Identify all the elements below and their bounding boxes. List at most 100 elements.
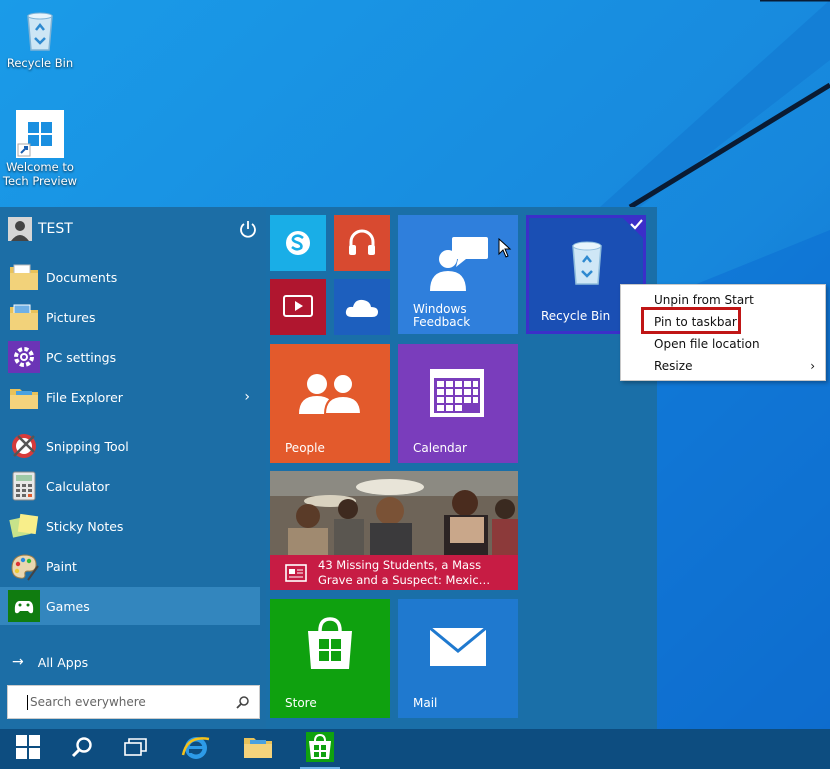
menu-item-pc-settings[interactable]: PC settings <box>0 338 260 376</box>
start-menu-left-pane: TEST Documents Pictures PC settings File… <box>0 207 266 729</box>
feedback-people-icon <box>428 233 492 297</box>
mail-icon <box>429 626 487 671</box>
tile-label-line: Feedback <box>413 315 471 329</box>
desktop-icon-label: Welcome to Tech Preview <box>2 160 78 188</box>
desktop-welcome-to-tech-preview[interactable]: Welcome to Tech Preview <box>0 110 80 188</box>
people-icon <box>297 372 363 420</box>
news-tile[interactable]: 43 Missing Students, a Mass Grave and a … <box>270 471 518 590</box>
recycle-bin-icon <box>16 6 64 54</box>
calendar-icon <box>429 368 485 422</box>
start-menu: TEST Documents Pictures PC settings File… <box>0 207 657 729</box>
news-headline-line: Grave and a Suspect: Mexic… <box>318 573 491 587</box>
menu-item-label: Games <box>46 598 90 614</box>
tile-label: Store <box>285 696 317 710</box>
highlight-annotation-box <box>641 307 741 334</box>
checkmark-icon <box>621 218 643 244</box>
chevron-right-icon[interactable]: › <box>244 389 250 405</box>
windows-logo-icon <box>16 110 64 158</box>
menu-item-label: Calculator <box>46 478 110 494</box>
calendar-tile[interactable]: Calendar <box>398 344 518 463</box>
documents-folder-icon <box>8 261 40 293</box>
text-caret <box>27 695 28 710</box>
tile-label: Mail <box>413 696 438 710</box>
search-icon <box>71 736 93 762</box>
all-apps-link[interactable]: → All Apps <box>0 650 260 674</box>
store-taskbar-button[interactable] <box>292 729 348 769</box>
windows-logo-icon <box>15 734 41 764</box>
tile-label: Calendar <box>413 441 467 455</box>
paint-icon <box>8 550 40 582</box>
task-view-button[interactable] <box>108 729 164 769</box>
menu-item-label: Paint <box>46 558 77 574</box>
recycle-bin-icon <box>567 240 607 290</box>
search-icon[interactable] <box>236 695 250 712</box>
store-icon <box>304 617 356 675</box>
menu-item-file-explorer[interactable]: File Explorer › <box>0 378 260 416</box>
menu-item-label: Documents <box>46 269 118 285</box>
context-menu-label: Open file location <box>654 337 760 351</box>
power-icon[interactable] <box>238 219 258 239</box>
menu-item-games[interactable]: Games <box>0 587 260 625</box>
menu-item-pictures[interactable]: Pictures <box>0 298 260 336</box>
store-icon <box>306 732 334 766</box>
internet-explorer-icon <box>181 733 211 765</box>
onedrive-tile[interactable] <box>334 279 390 335</box>
context-menu-open-file-location[interactable]: Open file location <box>621 333 825 355</box>
search-input[interactable]: Search everywhere <box>7 685 260 719</box>
mouse-cursor-icon <box>498 237 512 262</box>
news-headline: 43 Missing Students, a Mass Grave and a … <box>318 558 490 588</box>
taskbar <box>0 729 830 769</box>
folder-icon <box>243 734 273 764</box>
context-menu-resize[interactable]: Resize › <box>621 355 825 377</box>
skype-tile[interactable] <box>270 215 326 271</box>
sticky-notes-icon <box>8 510 40 542</box>
internet-explorer-button[interactable] <box>168 729 224 769</box>
menu-item-snipping-tool[interactable]: Snipping Tool <box>0 427 260 465</box>
menu-item-sticky-notes[interactable]: Sticky Notes <box>0 507 260 545</box>
menu-item-paint[interactable]: Paint <box>0 547 260 585</box>
calculator-icon <box>8 470 40 502</box>
user-name: TEST <box>38 221 73 237</box>
snipping-tool-icon <box>8 430 40 462</box>
tile-label: Recycle Bin <box>541 309 611 323</box>
search-button[interactable] <box>54 729 110 769</box>
video-icon <box>283 295 313 323</box>
tile-label: Windows Feedback <box>413 303 470 329</box>
mail-tile[interactable]: Mail <box>398 599 518 718</box>
headphones-icon <box>346 226 378 262</box>
desktop-icon-label: Recycle Bin <box>6 56 74 70</box>
people-tile[interactable]: People <box>270 344 390 463</box>
desktop-recycle-bin[interactable]: Recycle Bin <box>0 6 80 70</box>
gear-icon <box>8 341 40 373</box>
search-placeholder: Search everywhere <box>30 695 146 709</box>
user-account[interactable]: TEST <box>8 215 258 243</box>
menu-item-label: PC settings <box>46 349 117 365</box>
store-tile[interactable]: Store <box>270 599 390 718</box>
skype-icon <box>283 228 313 262</box>
tile-label: People <box>285 441 325 455</box>
start-button[interactable] <box>0 729 56 769</box>
menu-item-label: File Explorer <box>46 389 123 405</box>
context-menu-label: Resize <box>654 359 693 373</box>
news-photo <box>270 471 518 555</box>
news-icon <box>285 564 307 586</box>
chevron-right-icon: › <box>810 359 815 373</box>
news-caption-bar: 43 Missing Students, a Mass Grave and a … <box>270 555 518 590</box>
menu-item-documents[interactable]: Documents <box>0 258 260 296</box>
cloud-icon <box>344 295 380 323</box>
video-tile[interactable] <box>270 279 326 335</box>
games-controller-icon <box>8 590 40 622</box>
arrow-right-icon: → <box>12 654 24 670</box>
menu-item-label: Sticky Notes <box>46 518 124 534</box>
user-avatar-icon <box>8 217 32 241</box>
context-menu-label: Unpin from Start <box>654 293 754 307</box>
menu-item-label: Snipping Tool <box>46 438 129 454</box>
news-headline-line: 43 Missing Students, a Mass <box>318 558 482 572</box>
menu-item-label: Pictures <box>46 309 96 325</box>
pictures-folder-icon <box>8 301 40 333</box>
all-apps-label: All Apps <box>37 654 89 670</box>
music-tile[interactable] <box>334 215 390 271</box>
menu-item-calculator[interactable]: Calculator <box>0 467 260 505</box>
windows-feedback-tile[interactable]: Windows Feedback <box>398 215 518 334</box>
file-explorer-taskbar-button[interactable] <box>230 729 286 769</box>
